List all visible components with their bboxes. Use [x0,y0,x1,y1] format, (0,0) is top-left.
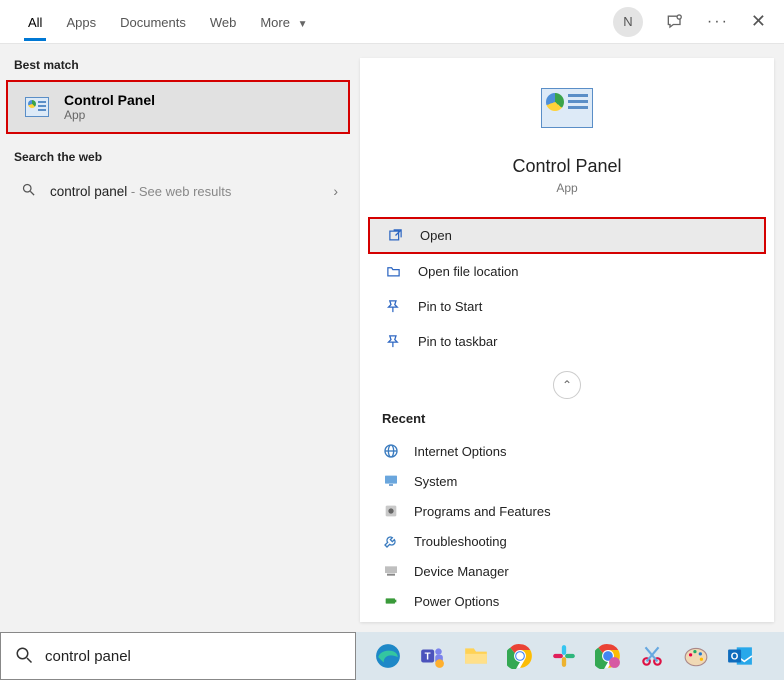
web-result-control-panel[interactable]: control panel - See web results › [0,172,356,210]
action-pin-start-label: Pin to Start [418,299,482,314]
open-icon [386,228,404,243]
taskbar-chrome[interactable] [500,636,540,676]
recent-label: Power Options [414,594,499,609]
topbar-controls: N ··· ✕ [613,7,766,37]
search-input[interactable] [45,648,341,665]
taskbar: T O [356,632,784,680]
action-open-file-location-label: Open file location [418,264,518,279]
internet-options-icon [382,442,400,460]
recent-programs-features[interactable]: Programs and Features [360,496,774,526]
search-topbar: All Apps Documents Web More ▼ N ··· ✕ [0,0,784,44]
search-web-header: Search the web [0,144,356,172]
action-pin-to-taskbar[interactable]: Pin to taskbar [360,324,774,359]
device-manager-icon [382,562,400,580]
troubleshooting-icon [382,532,400,550]
search-icon [15,646,33,667]
taskbar-teams[interactable]: T [412,636,452,676]
taskbar-snipping-tool[interactable] [632,636,672,676]
recent-label: Troubleshooting [414,534,507,549]
web-result-query: control panel [50,184,127,199]
tab-apps[interactable]: Apps [56,5,106,38]
recent-label: Device Manager [414,564,509,579]
tab-web[interactable]: Web [200,5,247,38]
filter-tabs: All Apps Documents Web More ▼ [18,5,318,38]
search-box[interactable] [0,632,356,680]
programs-icon [382,502,400,520]
best-match-header: Best match [0,52,356,80]
feedback-icon[interactable] [665,12,685,32]
web-result-suffix: - See web results [127,184,231,199]
power-options-icon [382,592,400,610]
detail-title: Control Panel [512,156,621,177]
taskbar-chrome-profile[interactable] [588,636,628,676]
folder-icon [384,264,402,279]
action-list: Open Open file location Pin to Start Pin… [360,217,774,369]
chevron-down-icon: ▼ [298,19,308,30]
chevron-right-icon: › [333,183,338,199]
recent-label: System [414,474,457,489]
tab-all[interactable]: All [18,5,52,38]
best-match-subtitle: App [64,108,155,122]
action-pin-to-start[interactable]: Pin to Start [360,289,774,324]
user-initial: N [623,14,632,29]
control-panel-large-icon [539,86,595,130]
action-pin-taskbar-label: Pin to taskbar [418,334,498,349]
recent-internet-options[interactable]: Internet Options [360,436,774,466]
best-match-title: Control Panel [64,92,155,108]
taskbar-file-explorer[interactable] [456,636,496,676]
tab-documents[interactable]: Documents [110,5,196,38]
recent-device-manager[interactable]: Device Manager [360,556,774,586]
bottom-bar: T O [0,632,784,680]
pin-icon [384,299,402,314]
results-pane: Best match Control Panel App Search the … [0,44,356,632]
action-open-file-location[interactable]: Open file location [360,254,774,289]
recent-label: Programs and Features [414,504,551,519]
action-open[interactable]: Open [368,217,766,254]
taskbar-outlook[interactable]: O [720,636,760,676]
recent-power-options[interactable]: Power Options [360,586,774,616]
system-icon [382,472,400,490]
best-match-control-panel[interactable]: Control Panel App [6,80,350,134]
recent-header: Recent [360,405,774,436]
more-options-icon[interactable]: ··· [707,13,729,31]
search-icon [20,182,36,200]
detail-subtitle: App [556,181,577,195]
recent-list: Internet Options System Programs and Fea… [360,436,774,616]
svg-text:O: O [731,651,739,662]
user-avatar[interactable]: N [613,7,643,37]
taskbar-paint[interactable] [676,636,716,676]
collapse-toggle[interactable]: ⌃ [360,369,774,405]
tab-more-label: More [260,15,290,30]
close-icon[interactable]: ✕ [751,11,766,32]
control-panel-icon [24,96,50,118]
action-open-label: Open [420,228,452,243]
svg-text:T: T [425,651,431,662]
detail-pane: Control Panel App Open Open file locatio… [360,58,774,622]
tab-more[interactable]: More ▼ [250,5,317,38]
recent-label: Internet Options [414,444,507,459]
pin-icon [384,334,402,349]
taskbar-edge[interactable] [368,636,408,676]
recent-system[interactable]: System [360,466,774,496]
taskbar-slack[interactable] [544,636,584,676]
recent-troubleshooting[interactable]: Troubleshooting [360,526,774,556]
chevron-up-icon: ⌃ [562,378,572,392]
